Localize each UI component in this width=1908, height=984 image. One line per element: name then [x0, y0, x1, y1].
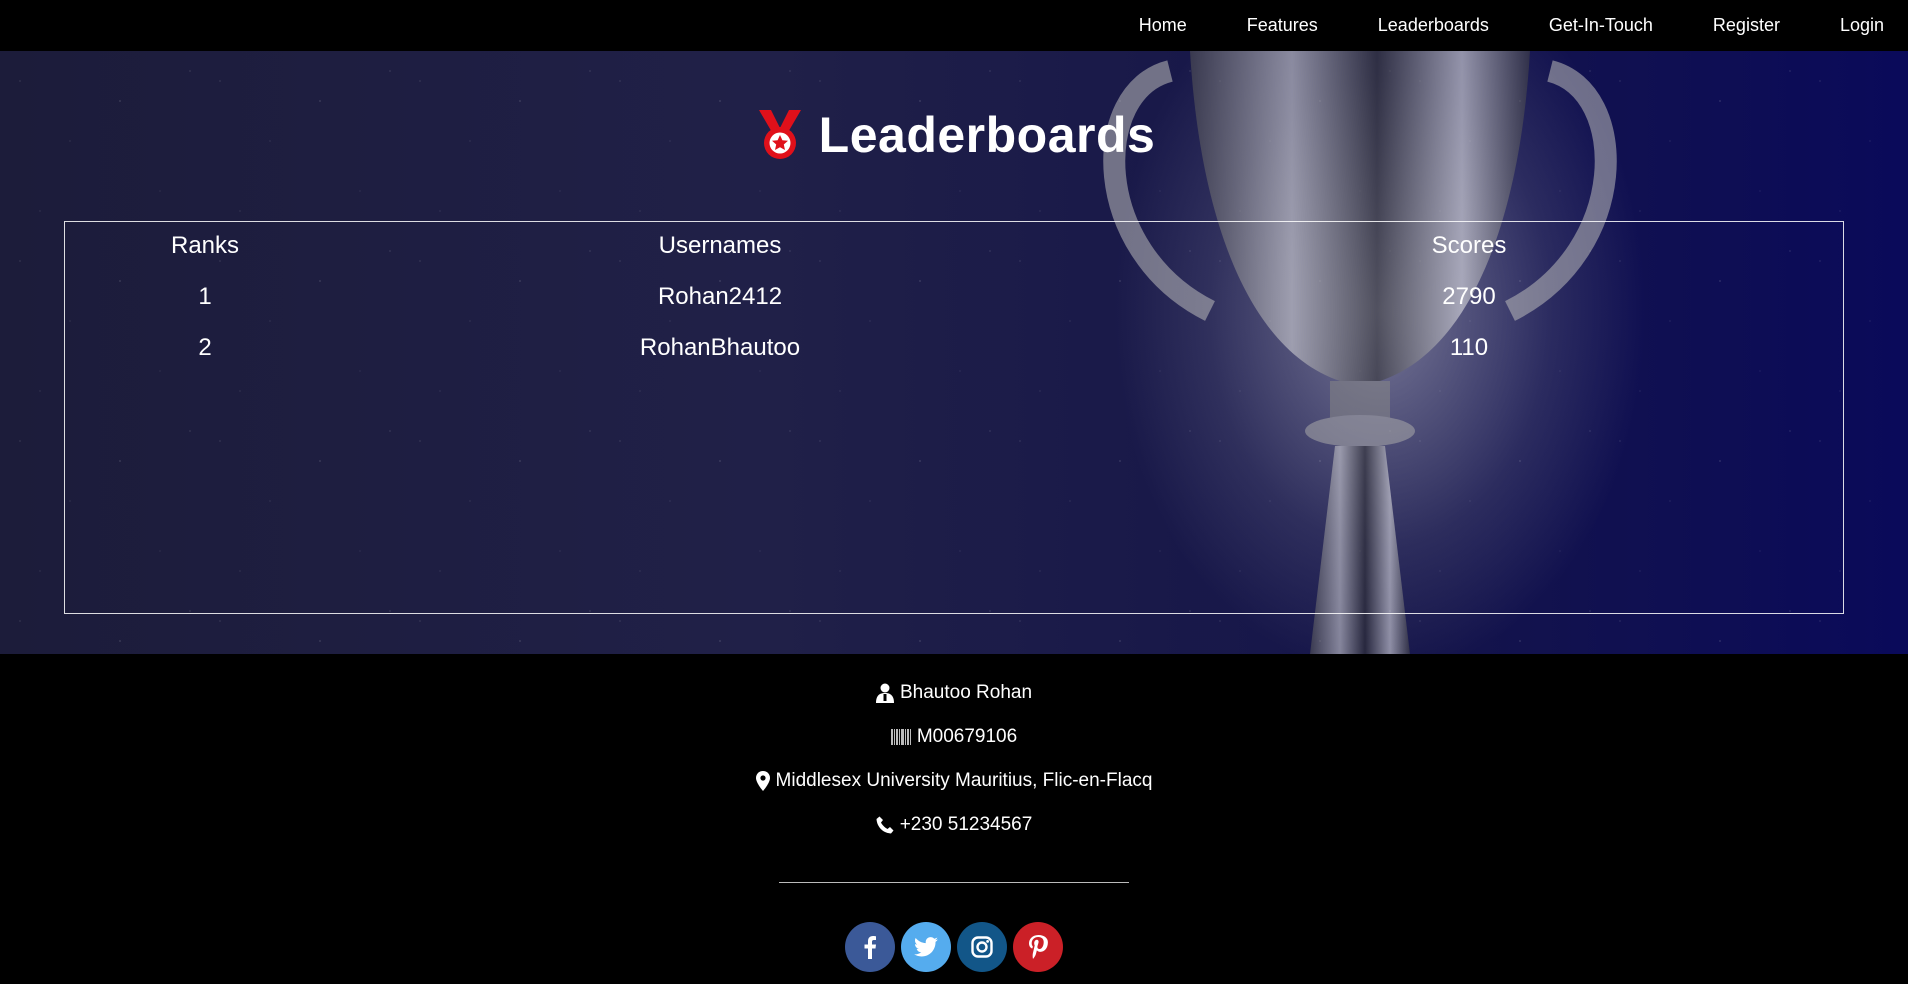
social-links: [845, 922, 1063, 972]
top-navbar: Home Features Leaderboards Get-In-Touch …: [0, 0, 1908, 51]
hero-section: Leaderboards Ranks Usernames Scores 1 Ro…: [0, 51, 1908, 654]
username-cell: Rohan2412: [657, 283, 783, 310]
nav-get-in-touch-link[interactable]: Get-In-Touch: [1549, 15, 1653, 36]
leaderboard-table: Ranks Usernames Scores 1 Rohan2412 2790 …: [64, 221, 1844, 614]
username-cell: RohanBhautoo: [639, 334, 801, 361]
footer-phone: +230 51234567: [899, 814, 1033, 835]
footer-name-line: Bhautoo Rohan: [0, 682, 1908, 704]
rank-cell: 1: [198, 283, 212, 310]
rank-cell: 2: [198, 334, 212, 361]
facebook-icon: [864, 936, 876, 959]
nav-leaderboards-link[interactable]: Leaderboards: [1378, 15, 1489, 36]
footer-address: Middlesex University Mauritius, Flic-en-…: [775, 770, 1153, 791]
footer-name: Bhautoo Rohan: [899, 682, 1033, 703]
score-column-header: Scores: [1431, 232, 1507, 259]
page-title: Leaderboards: [818, 107, 1156, 163]
page-heading: Leaderboards: [0, 106, 1908, 164]
rank-column-header: Ranks: [170, 232, 240, 259]
map-marker-icon: [755, 771, 770, 791]
footer-divider: [779, 882, 1129, 883]
score-cell: 110: [1449, 334, 1489, 361]
phone-icon: [876, 816, 894, 834]
user-icon: [875, 683, 894, 703]
nav-login-link[interactable]: Login: [1840, 15, 1884, 36]
footer-address-line: Middlesex University Mauritius, Flic-en-…: [0, 770, 1908, 792]
footer-student-id-line: M00679106: [0, 726, 1908, 748]
score-cell: 2790: [1442, 283, 1496, 310]
nav-home-link[interactable]: Home: [1139, 15, 1187, 36]
barcode-icon: [890, 729, 911, 745]
footer: Bhautoo Rohan M00679106 Middlesex Univer…: [0, 654, 1908, 984]
pinterest-icon: [1029, 935, 1048, 959]
username-column-header: Usernames: [658, 232, 782, 259]
footer-student-id: M00679106: [916, 726, 1018, 747]
pinterest-button[interactable]: [1013, 922, 1063, 972]
nav-register-link[interactable]: Register: [1713, 15, 1780, 36]
instagram-button[interactable]: [957, 922, 1007, 972]
facebook-button[interactable]: [845, 922, 895, 972]
nav-features-link[interactable]: Features: [1247, 15, 1318, 36]
medal-icon: [758, 110, 801, 159]
twitter-icon: [914, 937, 938, 957]
twitter-button[interactable]: [901, 922, 951, 972]
footer-phone-line: +230 51234567: [0, 814, 1908, 836]
instagram-icon: [971, 936, 993, 958]
